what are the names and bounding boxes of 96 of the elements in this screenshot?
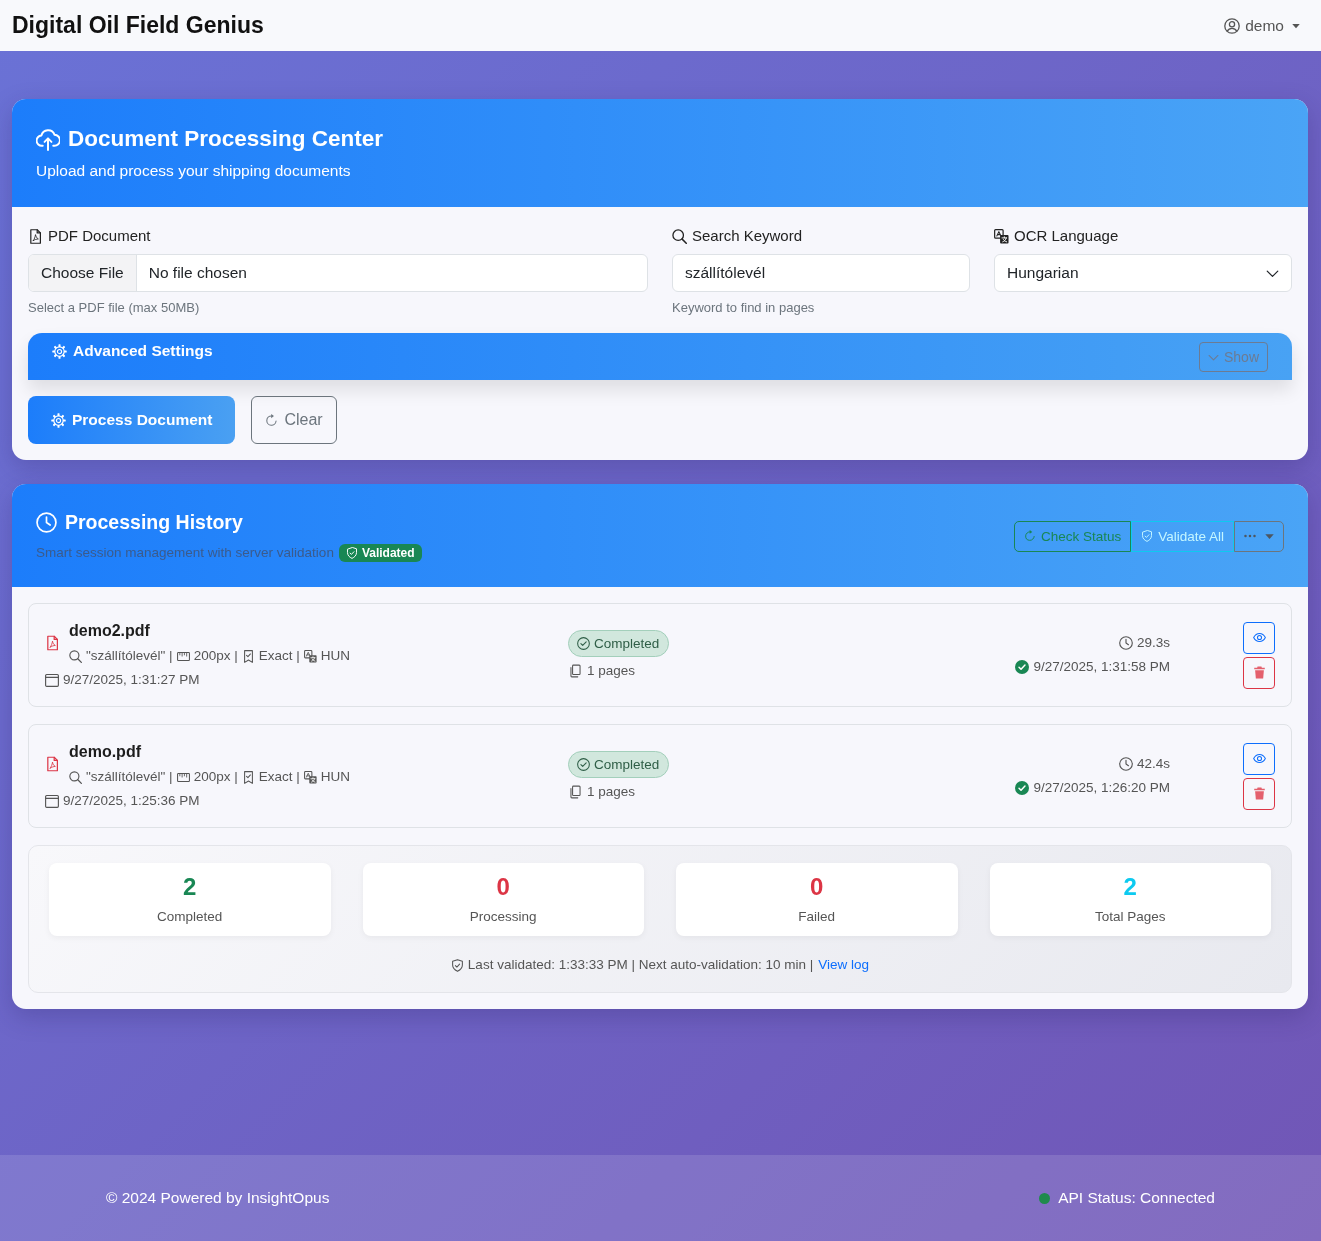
file-icon [45, 756, 60, 772]
translate-icon [303, 649, 317, 663]
refresh-icon [265, 413, 279, 427]
ruler-icon [176, 649, 190, 663]
advanced-settings-title: Advanced Settings [73, 342, 213, 360]
card-subtitle: Smart session management with server validation [36, 544, 334, 562]
bookmark-check-icon [241, 649, 255, 663]
eye-icon [1252, 752, 1266, 765]
stat-value: 0 [810, 873, 824, 901]
gear-icon [51, 412, 66, 428]
gear-icon [52, 343, 67, 359]
shield-check-icon [450, 958, 464, 972]
file-icon [28, 228, 43, 244]
check-circle-icon [1015, 660, 1030, 674]
view-button[interactable] [1243, 621, 1275, 654]
calendar-icon [45, 794, 59, 808]
resolution-text: 200px | [193, 768, 238, 786]
file-input[interactable]: Choose File No file chosen [28, 254, 648, 292]
stat-value: 2 [183, 873, 197, 901]
page-count: 1 pages [587, 782, 636, 801]
keyword-text: "szállítólevél" | [86, 647, 173, 665]
stat-label: Failed [798, 908, 836, 926]
check-circle-icon [577, 636, 590, 650]
help-text: Select a PDF file (max 50MB) [28, 299, 200, 316]
card-title: Processing History [65, 510, 243, 535]
view-log-link[interactable]: View log [818, 956, 870, 974]
file-icon [45, 635, 60, 651]
caret-down-icon [1292, 21, 1300, 30]
check-circle-icon [577, 757, 590, 771]
delete-button[interactable] [1243, 656, 1275, 689]
duration-text: 42.4s [1136, 755, 1170, 773]
trash-icon [1252, 787, 1266, 800]
check-circle-icon [1015, 781, 1030, 795]
copyright-text: © 2024 Powered by InsightOpus [106, 1189, 330, 1207]
user-icon [1224, 17, 1241, 34]
status-label: Completed [594, 635, 660, 651]
process-document-button[interactable]: Process Document [28, 396, 236, 444]
cloud-upload-icon [36, 127, 60, 151]
created-date: 9/27/2025, 1:25:36 PM [63, 792, 200, 810]
view-button[interactable] [1243, 742, 1275, 775]
search-icon [672, 228, 687, 244]
stat-label: Completed [157, 908, 223, 926]
copy-icon [569, 784, 582, 799]
translate-icon [994, 228, 1009, 244]
calendar-icon [45, 673, 59, 687]
file-name: demo.pdf [69, 742, 141, 762]
stat-label: Processing [469, 908, 537, 926]
finished-date: 9/27/2025, 1:26:20 PM [1033, 779, 1170, 797]
language-code-text: HUN [320, 647, 350, 665]
stat-label: Total Pages [1094, 908, 1166, 926]
eye-icon [1252, 631, 1266, 644]
keyword-text: "szállítólevél" | [86, 768, 173, 786]
copy-icon [569, 663, 582, 678]
keyword-input[interactable]: szállítólevél [672, 254, 970, 292]
clock-icon [36, 511, 57, 533]
match-mode-text: Exact | [258, 768, 300, 786]
refresh-icon [1023, 530, 1036, 542]
delete-button[interactable] [1243, 777, 1275, 810]
validation-info: Last validated: 1:33:33 PM | Next auto-validation: 10 min | [467, 956, 814, 974]
file-name: demo2.pdf [69, 621, 150, 641]
clock-icon [1118, 636, 1133, 650]
card-title: Document Processing Center [68, 125, 384, 153]
bookmark-check-icon [241, 770, 255, 784]
shield-check-icon [345, 547, 358, 559]
finished-date: 9/27/2025, 1:31:58 PM [1033, 658, 1170, 676]
file-name-text: No file chosen [147, 264, 248, 282]
stat-value: 0 [496, 873, 510, 901]
translate-icon [303, 770, 317, 784]
clock-icon [1118, 757, 1133, 771]
field-label: Search Keyword [692, 226, 803, 246]
trash-icon [1252, 666, 1266, 679]
caret-down-icon [1265, 531, 1274, 541]
validate-all-button[interactable]: Validate All [1131, 520, 1234, 552]
shield-check-icon [1141, 530, 1154, 542]
language-code-text: HUN [320, 768, 350, 786]
resolution-text: 200px | [193, 647, 238, 665]
field-label: OCR Language [1014, 226, 1119, 246]
status-label: Completed [594, 756, 660, 772]
field-label: PDF Document [48, 226, 151, 246]
search-icon [69, 649, 82, 663]
choose-file-button[interactable]: Choose File [29, 255, 137, 291]
ruler-icon [176, 770, 190, 784]
brand-title: Digital Oil Field Genius [12, 12, 264, 39]
api-status-text: API Status: Connected [1058, 1189, 1215, 1207]
search-icon [69, 770, 82, 784]
clear-button[interactable]: Clear [251, 396, 337, 444]
stat-value: 2 [1123, 873, 1137, 901]
validated-label: Validated [361, 546, 415, 560]
duration-text: 29.3s [1136, 634, 1170, 652]
card-subtitle: Upload and process your shipping documents [36, 161, 351, 181]
language-select[interactable]: Hungarian [994, 254, 1292, 292]
user-menu[interactable]: demo [1224, 16, 1300, 35]
match-mode-text: Exact | [258, 647, 300, 665]
created-date: 9/27/2025, 1:31:27 PM [63, 671, 200, 689]
page-count: 1 pages [587, 661, 636, 680]
help-text: Keyword to find in pages [672, 299, 815, 316]
